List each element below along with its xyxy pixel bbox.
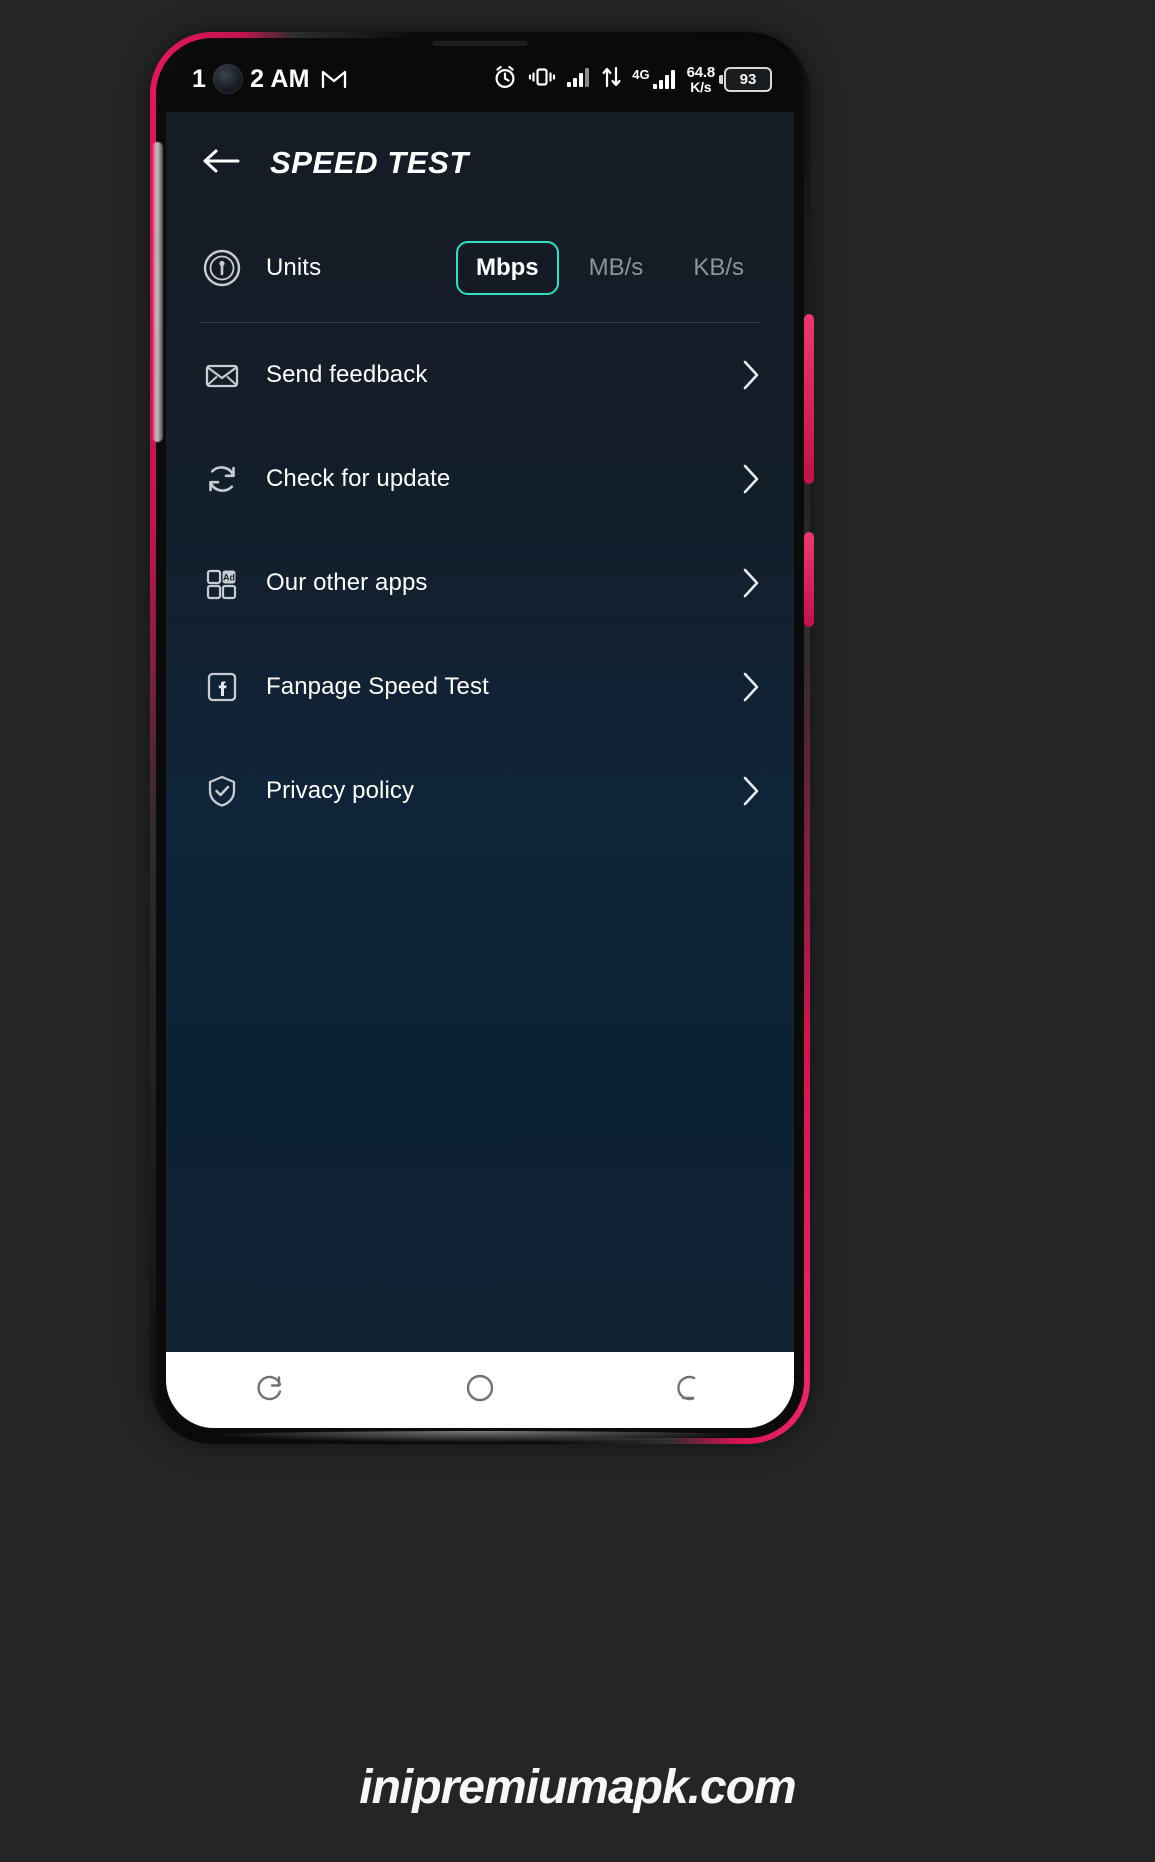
earpiece-speaker (432, 41, 528, 46)
chevron-right-icon (738, 667, 764, 707)
home-button[interactable] (437, 1362, 523, 1418)
settings-row-label: Our other apps (266, 569, 428, 596)
settings-row-label: Privacy policy (266, 777, 415, 804)
phone-device: 1 2 AM 4G 64.8 K/s 93 SPEED TEST Units M… (150, 32, 814, 1444)
device-volume-button (804, 314, 814, 484)
settings-row-units: Units Mbps MB/s KB/s (166, 214, 794, 322)
status-time-hour: 1 (192, 64, 207, 93)
network-type-label: 4G (632, 67, 650, 82)
site-watermark: inipremiumapk.com (359, 1761, 796, 1814)
settings-row-fanpage[interactable]: Fanpage Speed Test (166, 635, 794, 739)
settings-row-label: Check for update (266, 465, 451, 492)
envelope-icon (200, 353, 252, 397)
status-bar-left: 1 2 AM (192, 64, 347, 94)
device-power-button (804, 532, 814, 627)
network-speed-unit: K/s (690, 78, 712, 95)
settings-list: Units Mbps MB/s KB/s Send feedback Check… (166, 214, 794, 1352)
vibrate-icon (527, 65, 557, 94)
back-nav-button[interactable] (646, 1362, 732, 1418)
recents-button[interactable] (228, 1362, 314, 1418)
app-bar: SPEED TEST (166, 112, 794, 214)
shield-check-icon (200, 769, 252, 813)
device-bottom-sheen (190, 1431, 770, 1443)
page-title: SPEED TEST (270, 145, 469, 180)
front-camera-punchhole (213, 64, 244, 94)
settings-row-send-feedback[interactable]: Send feedback (166, 323, 794, 427)
phone-screen: 1 2 AM 4G 64.8 K/s 93 SPEED TEST Units M… (166, 46, 794, 1428)
home-circle-icon (463, 1371, 497, 1410)
units-option-mbps[interactable]: Mbps (455, 241, 559, 295)
units-segmented-control: Mbps MB/s KB/s (455, 241, 764, 295)
battery-indicator: 93 (719, 66, 772, 92)
signal-bars-icon (566, 66, 592, 93)
gmail-icon (321, 69, 347, 89)
network-type-indicator: 4G (632, 68, 677, 90)
units-option-kbytes[interactable]: KB/s (673, 241, 764, 295)
chevron-right-icon (738, 355, 764, 395)
device-left-rail (152, 142, 163, 442)
apps-grid-ad-icon: Ad (200, 561, 252, 605)
settings-row-our-other-apps[interactable]: Ad Our other apps (166, 531, 794, 635)
settings-row-label: Fanpage Speed Test (266, 673, 489, 700)
phone-bezel: 1 2 AM 4G 64.8 K/s 93 SPEED TEST Units M… (156, 38, 804, 1438)
screenshot-page: 1 2 AM 4G 64.8 K/s 93 SPEED TEST Units M… (0, 0, 1155, 1862)
settings-row-privacy-policy[interactable]: Privacy policy (166, 739, 794, 843)
recents-icon (254, 1371, 288, 1410)
back-button[interactable] (200, 142, 242, 184)
units-label: Units (266, 254, 322, 281)
svg-text:Ad: Ad (223, 572, 235, 582)
settings-row-label: Send feedback (266, 361, 428, 388)
back-arrow-icon (202, 146, 240, 181)
alarm-clock-icon (492, 64, 518, 95)
speedometer-icon (200, 246, 252, 290)
facebook-icon (200, 665, 252, 709)
network-speed-indicator: 64.8 K/s (686, 63, 716, 95)
settings-row-check-for-update[interactable]: Check for update (166, 427, 794, 531)
refresh-icon (200, 457, 252, 501)
units-option-mbytes[interactable]: MB/s (569, 241, 664, 295)
chevron-right-icon (738, 771, 764, 811)
network-speed-value: 64.8 (686, 63, 716, 81)
chevron-right-icon (738, 563, 764, 603)
android-navigation-bar (166, 1352, 794, 1428)
status-bar: 1 2 AM 4G 64.8 K/s 93 (166, 46, 794, 112)
status-time-minute: 2 AM (250, 64, 310, 93)
data-up-down-arrows-icon (601, 65, 623, 94)
back-nav-icon (672, 1371, 706, 1410)
status-bar-right: 4G 64.8 K/s 93 (492, 64, 772, 95)
chevron-right-icon (738, 459, 764, 499)
